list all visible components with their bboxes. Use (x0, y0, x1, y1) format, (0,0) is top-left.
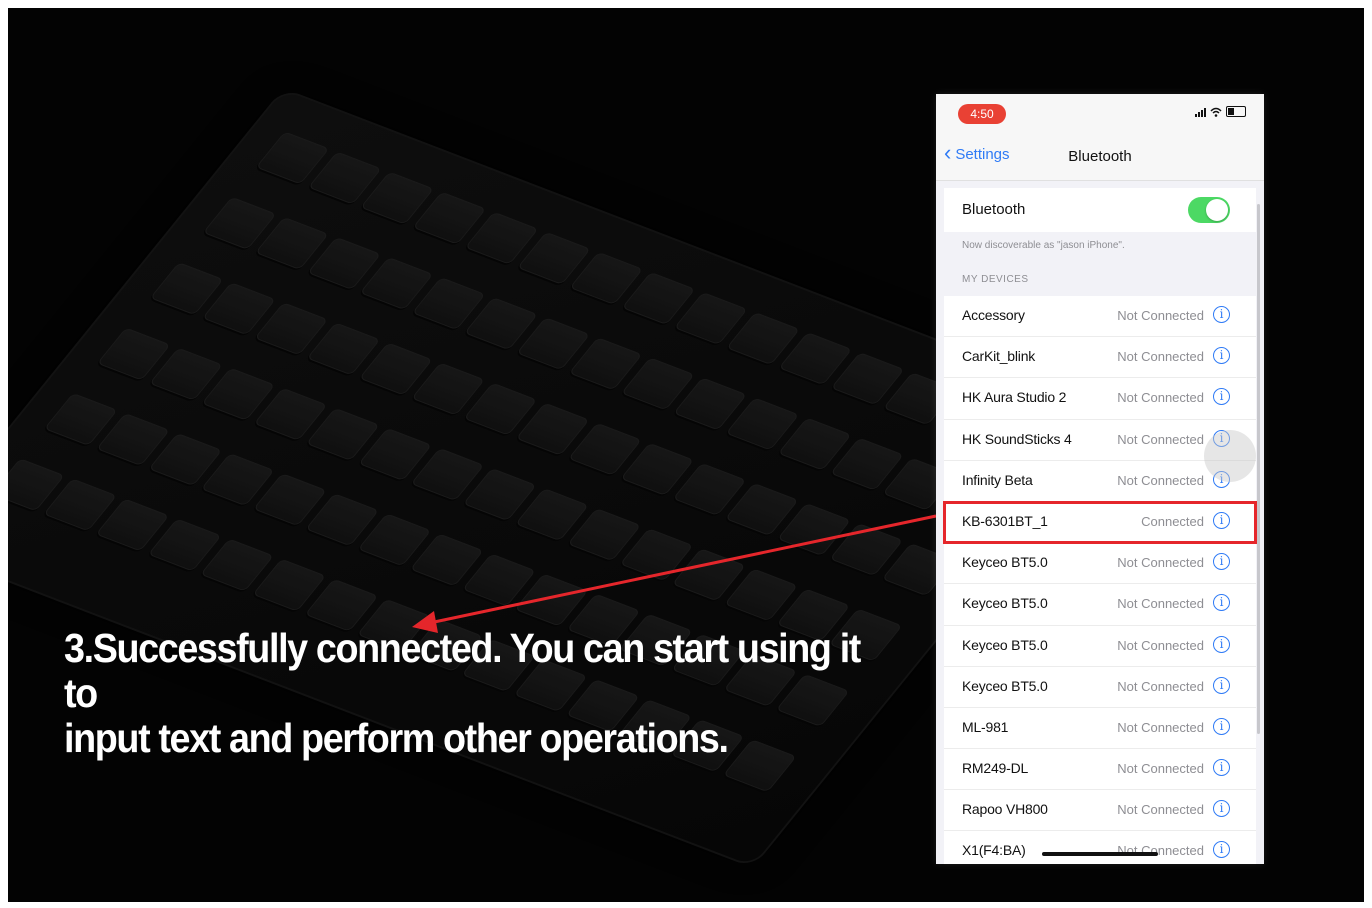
device-row-connected[interactable]: KB-6301BT_1 Connected i (943, 500, 1257, 545)
info-icon[interactable]: i (1213, 800, 1230, 818)
home-indicator (1042, 852, 1158, 856)
device-name: X1(F4:BA) (962, 842, 1026, 859)
device-row[interactable]: X1(F4:BA) Not Connected i (944, 831, 1256, 864)
info-icon[interactable]: i (1213, 594, 1230, 612)
device-row[interactable]: Accessory Not Connected i (944, 296, 1256, 338)
device-name: Keyceo BT5.0 (962, 554, 1048, 571)
device-name: HK SoundSticks 4 (962, 430, 1072, 447)
info-icon[interactable]: i (1213, 306, 1230, 323)
info-icon[interactable]: i (1213, 553, 1230, 571)
info-icon[interactable]: i (1213, 511, 1230, 529)
status-time: 4:50 (958, 104, 1006, 124)
device-status: Not Connected (1117, 761, 1204, 777)
device-status: Not Connected (1117, 390, 1204, 406)
info-icon[interactable]: i (1213, 841, 1230, 859)
device-status: Not Connected (1117, 719, 1204, 735)
status-bar: 4:50 (936, 94, 1264, 134)
tutorial-image: 3.Successfully connected. You can start … (8, 8, 1364, 902)
device-row[interactable]: RM249-DL Not Connected i (944, 749, 1256, 791)
device-name: Rapoo VH800 (962, 801, 1048, 818)
device-name: HK Aura Studio 2 (962, 389, 1067, 406)
device-name: KB-6301BT_1 (962, 512, 1048, 529)
device-name: Keyceo BT5.0 (962, 677, 1048, 694)
device-name: Keyceo BT5.0 (962, 636, 1048, 653)
device-status: Not Connected (1117, 308, 1204, 323)
device-name: CarKit_blink (962, 348, 1036, 365)
device-row[interactable]: HK Aura Studio 2 Not Connected i (944, 378, 1256, 420)
info-icon[interactable]: i (1213, 347, 1230, 365)
caption: 3.Successfully connected. You can start … (64, 626, 864, 761)
device-status: Connected (1141, 513, 1204, 529)
device-status: Not Connected (1117, 555, 1204, 571)
device-status: Not Connected (1117, 349, 1204, 365)
battery-icon (1226, 106, 1246, 117)
device-row[interactable]: Keyceo BT5.0 Not Connected i (944, 584, 1256, 626)
caption-line-1: 3.Successfully connected. You can start … (64, 625, 861, 716)
device-list: Accessory Not Connected i CarKit_blink Not C… (943, 296, 1257, 864)
nav-bar: ‹ Settings Bluetooth (936, 134, 1264, 181)
device-row[interactable]: Keyceo BT5.0 Not Connected i (944, 543, 1256, 585)
device-row[interactable]: Rapoo VH800 Not Connected i (944, 790, 1256, 832)
info-icon[interactable]: i (1213, 676, 1230, 694)
device-status: Not Connected (1117, 431, 1204, 447)
scrollbar[interactable] (1257, 204, 1260, 734)
device-status: Not Connected (1117, 843, 1204, 859)
bluetooth-toggle[interactable] (1188, 197, 1230, 223)
device-status: Not Connected (1117, 596, 1204, 612)
info-icon[interactable]: i (1213, 388, 1230, 406)
device-row[interactable]: Keyceo BT5.0 Not Connected i (944, 667, 1256, 708)
device-status: Not Connected (1117, 802, 1204, 818)
wifi-icon (1210, 107, 1222, 117)
device-name: Accessory (962, 307, 1025, 323)
device-row[interactable]: Keyceo BT5.0 Not Connected i (944, 626, 1256, 667)
bluetooth-label: Bluetooth (962, 201, 1026, 218)
device-row[interactable]: CarKit_blink Not Connected i (944, 337, 1256, 379)
page-title: Bluetooth (1068, 148, 1132, 165)
bluetooth-row: Bluetooth (944, 188, 1256, 232)
device-name: RM249-DL (962, 760, 1029, 777)
device-name: ML-981 (962, 718, 1009, 735)
info-icon[interactable]: i (1213, 759, 1230, 777)
phone-screen: 4:50 ‹ Settings Bluetooth Bluetooth Now … (936, 94, 1264, 864)
device-row[interactable]: ML-981 Not Connected i (944, 708, 1256, 750)
discoverable-text: Now discoverable as "jason iPhone". (962, 240, 1125, 251)
info-icon[interactable]: i (1213, 717, 1230, 735)
device-status: Not Connected (1117, 637, 1204, 653)
device-status: Not Connected (1117, 472, 1204, 488)
signal-icon (1195, 108, 1206, 117)
device-name: Infinity Beta (962, 471, 1033, 488)
caption-line-2: input text and perform other operations. (64, 715, 729, 761)
device-status: Not Connected (1117, 678, 1204, 694)
section-title: MY DEVICES (962, 274, 1029, 285)
touch-indicator (1204, 430, 1256, 482)
info-icon[interactable]: i (1213, 635, 1230, 653)
device-name: Keyceo BT5.0 (962, 595, 1048, 612)
